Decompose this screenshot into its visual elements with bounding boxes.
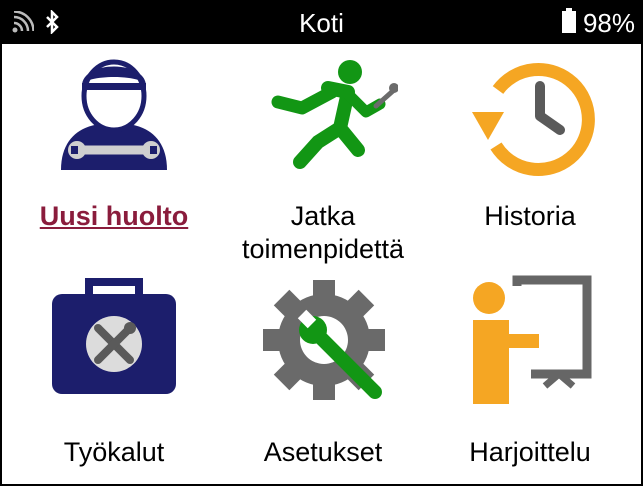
toolbox-icon bbox=[52, 278, 176, 394]
mechanic-icon bbox=[61, 59, 167, 170]
home-menu: Uusi huolto Jatka toimenpidettä Historia bbox=[0, 44, 643, 486]
menu-item-label: Jatka toimenpidettä bbox=[241, 201, 405, 264]
menu-item-label: Asetukset bbox=[263, 437, 383, 467]
menu-item-tools[interactable]: Työkalut bbox=[14, 274, 214, 474]
menu-item-settings[interactable]: Asetukset bbox=[223, 274, 423, 474]
menu-item-history[interactable]: Historia bbox=[430, 50, 630, 250]
gear-wrench-icon bbox=[263, 280, 385, 400]
running-man-wrench-icon bbox=[271, 60, 398, 169]
status-bar: Koti 98% bbox=[0, 0, 643, 44]
menu-item-training[interactable]: Harjoittelu bbox=[430, 274, 630, 474]
menu-item-continue-operation[interactable]: Jatka toimenpidettä bbox=[223, 50, 423, 264]
menu-item-label: Harjoittelu bbox=[469, 437, 591, 467]
battery-indicator: 98% bbox=[561, 8, 635, 39]
presentation-icon bbox=[471, 275, 592, 404]
menu-item-label: Työkalut bbox=[63, 437, 165, 467]
battery-level: 98% bbox=[582, 8, 635, 38]
battery-icon bbox=[561, 8, 577, 39]
history-clock-icon bbox=[472, 62, 595, 176]
menu-item-new-service[interactable]: Uusi huolto bbox=[14, 50, 214, 250]
screen-title: Koti bbox=[299, 8, 344, 38]
menu-item-label: Uusi huolto bbox=[39, 201, 189, 231]
menu-item-label: Historia bbox=[484, 201, 576, 231]
